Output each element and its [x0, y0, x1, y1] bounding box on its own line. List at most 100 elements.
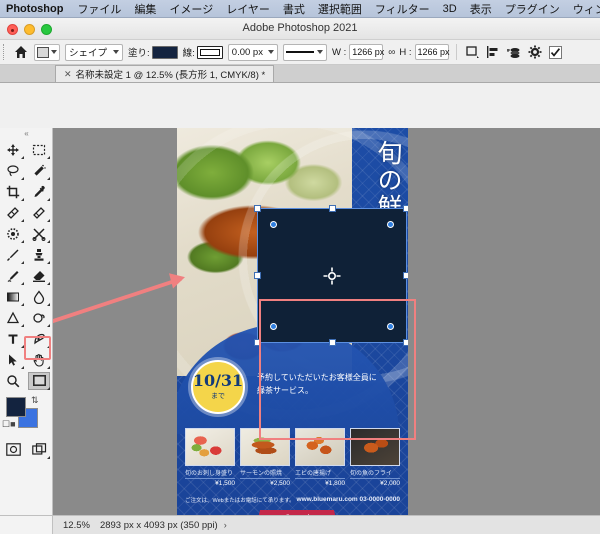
brush-tool[interactable] [0, 244, 26, 265]
link-chain-icon[interactable]: ∞ [388, 47, 395, 58]
menu-item-type[interactable]: 書式 [283, 1, 305, 17]
tool-expand-triangle [21, 300, 24, 306]
close-icon[interactable]: ✕ [64, 69, 72, 80]
path-alignment-icon[interactable] [485, 44, 501, 60]
dodge-tool[interactable] [0, 307, 26, 328]
round-corner-handle-br[interactable] [387, 323, 394, 330]
move-tool[interactable] [0, 139, 26, 160]
options-bar-grip[interactable] [3, 44, 8, 60]
chevron-right-icon[interactable]: › [224, 520, 227, 530]
canvas-area[interactable]: 旬の鮮魚フェア 予約受付中 10/31 まで 予約していただいたお客様全員に 緑… [53, 128, 600, 515]
round-corner-handle-tr[interactable] [387, 221, 394, 228]
order-note: ご注文は、Webまたはお電話にて承ります。 [185, 498, 295, 504]
path-operations-icon[interactable] [464, 44, 480, 60]
hand-tool[interactable] [26, 349, 52, 370]
transform-handle-middle-right[interactable] [403, 272, 408, 279]
selected-rectangle-shape[interactable] [254, 205, 408, 346]
burn-tool[interactable] [26, 307, 52, 328]
type-tool[interactable] [0, 328, 26, 349]
document-canvas[interactable]: 旬の鮮魚フェア 予約受付中 10/31 まで 予約していただいたお客様全員に 緑… [177, 128, 408, 515]
clone-stamp-tool[interactable] [26, 244, 52, 265]
fill-control[interactable]: 塗り: [128, 45, 178, 59]
menu-item-edit[interactable]: 編集 [134, 1, 156, 17]
swap-colors-icon[interactable]: ⇅ [31, 395, 39, 406]
default-colors-icon[interactable]: ☐■ [2, 419, 16, 430]
quick-mask-icon[interactable] [0, 439, 26, 460]
transform-center-target-icon[interactable] [323, 267, 341, 285]
menu-item-image[interactable]: イメージ [169, 1, 213, 17]
transform-handle-middle-left[interactable] [254, 272, 261, 279]
tool-expand-triangle [21, 153, 24, 159]
blur-tool[interactable] [26, 286, 52, 307]
tool-expand-triangle [21, 258, 24, 264]
lasso-tool[interactable] [0, 160, 26, 181]
transform-handle-top-left[interactable] [254, 205, 261, 212]
menu-price: ¥1,500 [215, 480, 235, 487]
document-tab[interactable]: ✕ 名称未設定 1 @ 12.5% (長方形 1, CMYK/8) * [55, 65, 275, 82]
transform-handle-top-center[interactable] [328, 205, 336, 212]
zoom-level-field[interactable]: 12.5% [53, 520, 100, 531]
menu-item-layer[interactable]: レイヤー [226, 1, 270, 17]
round-corner-handle-bl[interactable] [270, 323, 277, 330]
tool-expand-triangle [21, 195, 24, 201]
stroke-control[interactable]: 線: [183, 45, 223, 59]
menu-app-name[interactable]: Photoshop [6, 3, 63, 15]
menu-item-file[interactable]: ファイル [77, 1, 121, 17]
transform-handle-bottom-right[interactable] [403, 339, 408, 346]
shape-mode-select[interactable]: シェイプ [65, 43, 124, 61]
transform-handle-top-right[interactable] [403, 205, 408, 212]
transform-handle-bottom-left[interactable] [254, 339, 261, 346]
badge-date: 10/31 [192, 371, 244, 390]
gradient-tool[interactable] [0, 286, 26, 307]
stroke-width-field[interactable]: 0.00 px [227, 43, 278, 61]
frame-tool[interactable] [0, 223, 26, 244]
menu-card: 旬の魚のフライ ¥2,000 [350, 428, 400, 487]
menu-item-3d[interactable]: 3D [443, 3, 457, 15]
history-brush-tool[interactable] [0, 265, 26, 286]
eyedropper-tool[interactable] [26, 181, 52, 202]
menu-item-select[interactable]: 選択範囲 [318, 1, 362, 17]
tool-preset-picker[interactable] [34, 43, 60, 61]
stroke-swatch[interactable] [196, 45, 223, 59]
menu-item-filter[interactable]: フィルター [375, 1, 430, 17]
menu-name: 旬の魚のフライ [350, 468, 400, 479]
height-input[interactable]: 1266 px [414, 44, 450, 60]
screen-mode-icon[interactable] [26, 439, 52, 460]
marquee-tool[interactable] [26, 139, 52, 160]
panel-grip-icon[interactable]: « [0, 128, 52, 139]
path-selection-tool[interactable] [0, 349, 26, 370]
rectangle-tool[interactable] [26, 370, 52, 391]
patch-tool[interactable] [26, 202, 52, 223]
round-corner-handle-tl[interactable] [270, 221, 277, 228]
tool-expand-triangle [47, 174, 50, 180]
menu-item-view[interactable]: 表示 [470, 1, 492, 17]
poster-footer: ご注文は、Webまたはお電話にて承ります。 www.bluemaru.com 0… [185, 496, 400, 504]
menu-photo [185, 428, 235, 466]
scissors-tool[interactable] [26, 223, 52, 244]
solid-line-icon [286, 51, 315, 53]
tools-panel: « ⇅ ☐■ [0, 128, 53, 515]
fill-swatch[interactable] [151, 45, 178, 59]
width-input[interactable]: 1266 px [349, 44, 384, 60]
foreground-color-swatch[interactable] [6, 397, 26, 417]
tool-expand-triangle [21, 279, 24, 285]
crop-tool[interactable] [0, 181, 26, 202]
transform-handle-bottom-center[interactable] [328, 339, 336, 346]
spot-healing-tool[interactable] [0, 202, 26, 223]
align-edges-checkbox[interactable] [548, 44, 564, 60]
magic-wand-tool[interactable] [26, 160, 52, 181]
pen-tool[interactable] [26, 328, 52, 349]
photoshop-window: Photoshop ファイル 編集 イメージ レイヤー 書式 選択範囲 フィルタ… [0, 0, 600, 534]
document-tab-label: 名称未設定 1 @ 12.5% (長方形 1, CMYK/8) * [75, 70, 266, 81]
menu-item-window[interactable]: ウィン [573, 1, 600, 17]
chevron-down-icon [113, 50, 120, 54]
path-arrangement-icon[interactable] [506, 44, 522, 60]
eraser-tool[interactable] [26, 265, 52, 286]
stroke-style-picker[interactable] [282, 43, 327, 61]
gear-icon[interactable] [527, 44, 543, 60]
shape-mode-value: シェイプ [69, 48, 108, 59]
menu-item-plugins[interactable]: プラグイン [505, 1, 560, 17]
zoom-tool[interactable] [0, 370, 26, 391]
home-icon[interactable] [13, 44, 29, 60]
poster-menu-grid: 旬のお刺し身盛り ¥1,500 サーモンの照焼 ¥2,500 エビの唐揚げ ¥1… [185, 428, 400, 487]
